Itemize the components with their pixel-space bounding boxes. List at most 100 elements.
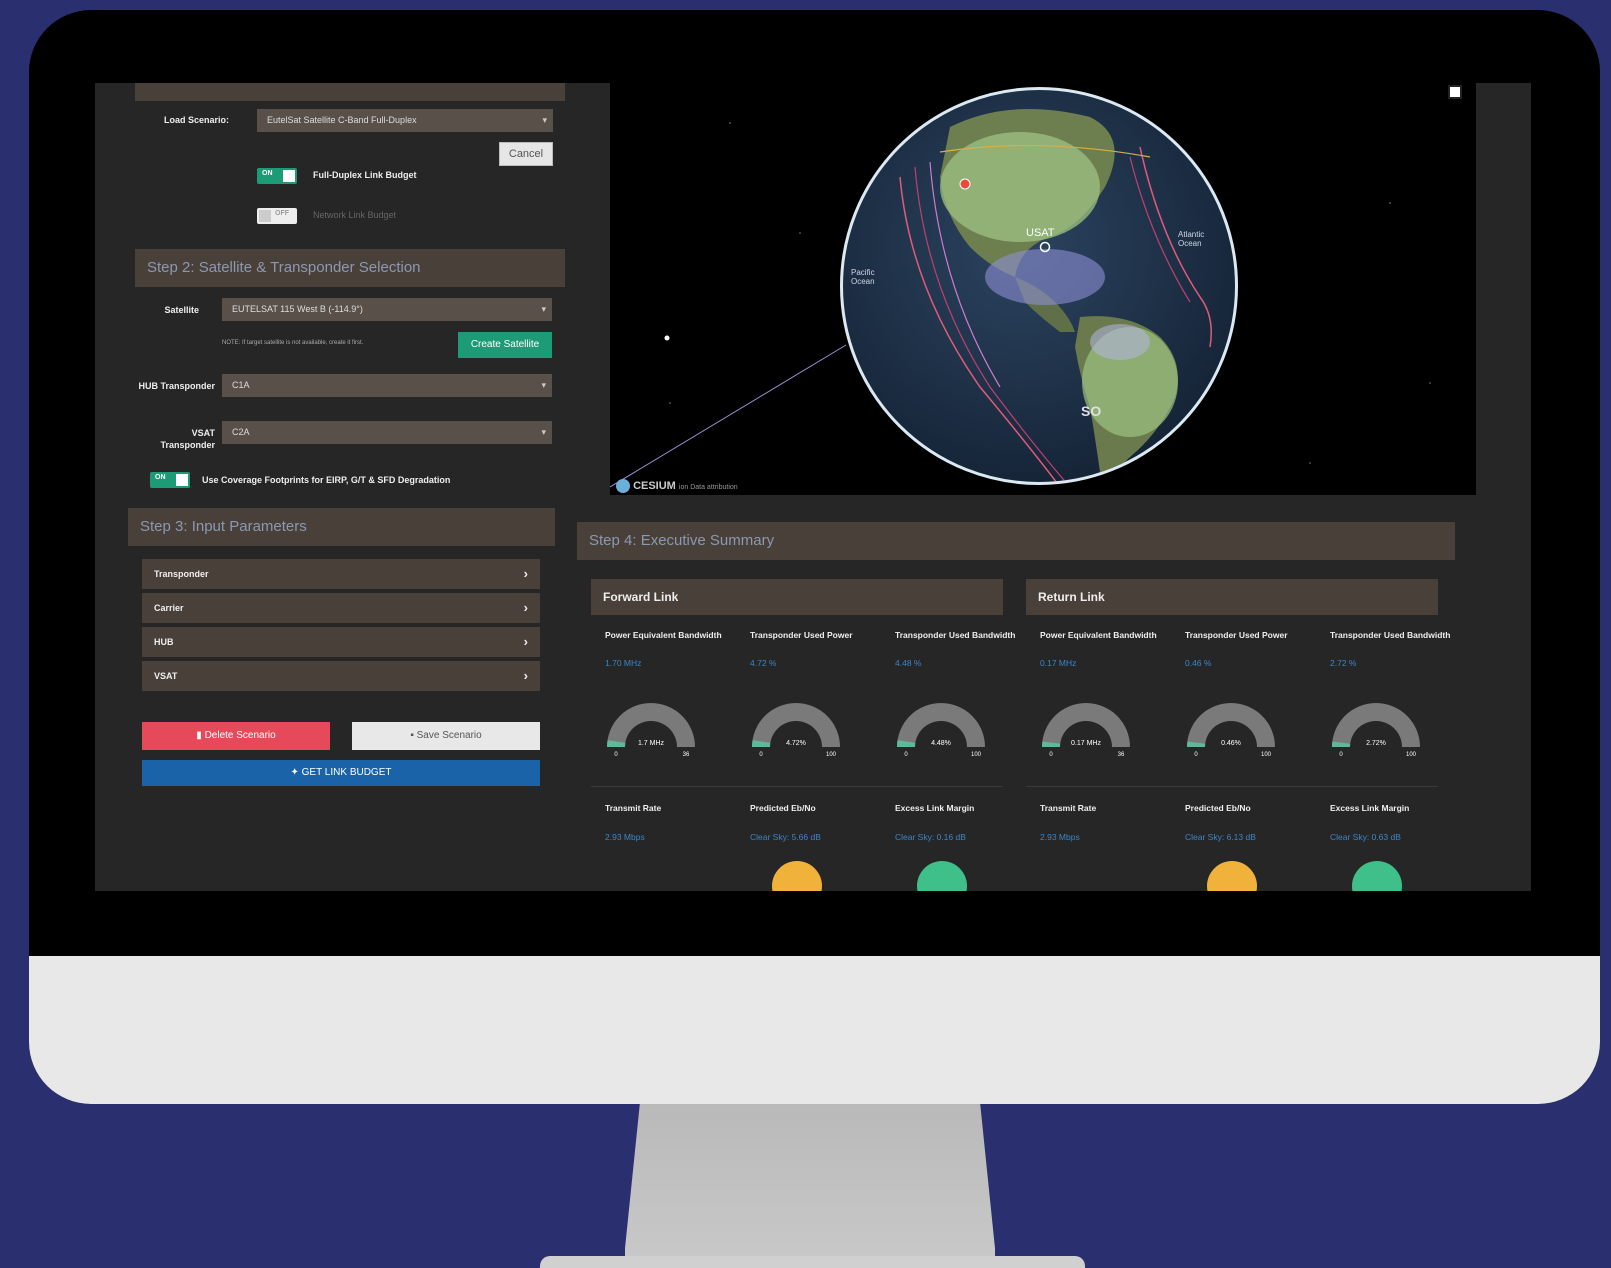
- accordion-hub[interactable]: HUB ›: [142, 627, 540, 657]
- accordion-label: HUB: [154, 637, 174, 647]
- return-link-header: Return Link: [1026, 579, 1438, 615]
- south-america-label: SO: [1081, 403, 1102, 419]
- hub-transponder-select[interactable]: C1A ▾: [222, 374, 552, 397]
- ocean-label-atlantic: Atlantic Ocean: [1178, 230, 1205, 248]
- gauge: 4.72% 0 100: [746, 693, 846, 759]
- gauge-max-label: 36: [1118, 752, 1125, 758]
- gauge-max-label: 36: [683, 752, 690, 758]
- gauge-value-label: 4.72%: [786, 740, 806, 747]
- get-link-budget-label: GET LINK BUDGET: [301, 767, 392, 778]
- cesium-icon: [616, 479, 630, 493]
- return-excess-margin: Excess Link Margin Clear Sky: 0.63 dB: [1330, 803, 1460, 842]
- cancel-button[interactable]: Cancel: [499, 142, 553, 166]
- earth-globe[interactable]: USAT Atlantic Ocean Pacific Ocean SO: [840, 87, 1238, 485]
- gauge-min-label: 0: [1194, 752, 1198, 758]
- metric-value: 2.72 %: [1330, 658, 1357, 668]
- hub-transponder-value: C1A: [232, 380, 250, 390]
- margin-gauge-partial: [917, 861, 967, 891]
- step4-header: Step 4: Executive Summary: [577, 522, 1455, 560]
- full-duplex-toggle[interactable]: ON: [257, 168, 297, 184]
- monitor-stand-base: [540, 1256, 1085, 1268]
- gauge-value-label: 4.48%: [931, 740, 951, 747]
- vsat-transponder-label: VSAT Transponder: [160, 428, 215, 450]
- metric-value: Clear Sky: 5.66 dB: [750, 832, 821, 842]
- data-attribution-link[interactable]: ion Data attribution: [679, 484, 738, 491]
- get-link-budget-button[interactable]: ✦ GET LINK BUDGET: [142, 760, 540, 786]
- metric-title: Transponder Used Power: [1185, 630, 1288, 640]
- gauge-svg: 1.7 MHz 0 36: [607, 703, 695, 758]
- gauge: 1.7 MHz 0 36: [601, 693, 701, 759]
- forward-excess-margin: Excess Link Margin Clear Sky: 0.16 dB: [895, 803, 1025, 842]
- gauge-max-label: 100: [1406, 752, 1417, 758]
- return-transmit-rate: Transmit Rate 2.93 Mbps: [1040, 803, 1170, 842]
- step3-header: Step 3: Input Parameters: [128, 508, 555, 546]
- gauge-svg: 0.17 MHz 0 36: [1042, 703, 1130, 758]
- metric-value: Clear Sky: 6.13 dB: [1185, 832, 1256, 842]
- gauge-value-label: 2.72%: [1366, 740, 1386, 747]
- metric-title: Excess Link Margin: [895, 803, 975, 813]
- metric-value: 4.48 %: [895, 658, 922, 668]
- network-label: Network Link Budget: [313, 210, 397, 220]
- gauge-min-label: 0: [1049, 752, 1053, 758]
- toggle-off-text: OFF: [275, 210, 289, 217]
- delete-scenario-label: Delete Scenario: [204, 730, 276, 741]
- accordion-label: Transponder: [154, 569, 209, 579]
- gauge-min-label: 0: [614, 752, 618, 758]
- satellite-icon: ✦: [290, 767, 302, 778]
- satellite-label: Satellite: [164, 305, 199, 315]
- trash-icon: ▮: [196, 730, 205, 741]
- chevron-down-icon: ▾: [541, 304, 546, 314]
- ebno-gauge-partial: [772, 861, 822, 891]
- metric-title: Excess Link Margin: [1330, 803, 1410, 813]
- margin-gauge-partial: [1352, 861, 1402, 891]
- forward-predicted-ebno: Predicted Eb/No Clear Sky: 5.66 dB: [750, 803, 880, 842]
- metric-title: Power Equivalent Bandwidth: [1040, 630, 1157, 640]
- gauge: 0.46% 0 100: [1181, 693, 1281, 759]
- metric-title: Transmit Rate: [605, 803, 662, 813]
- gauge: 0.17 MHz 0 36: [1036, 693, 1136, 759]
- delete-scenario-button[interactable]: ▮ Delete Scenario: [142, 722, 330, 750]
- vsat-transponder-select[interactable]: C2A ▾: [222, 421, 552, 444]
- usat-label: USAT: [1026, 227, 1055, 239]
- toggle-knob: [283, 170, 295, 182]
- forward-metric-bandwidth: Transponder Used Bandwidth 4.48 %: [895, 630, 1025, 668]
- full-duplex-label: Full-Duplex Link Budget: [313, 170, 417, 180]
- gauge-value-label: 0.46%: [1221, 740, 1241, 747]
- map-viewer[interactable]: USAT Atlantic Ocean Pacific Ocean SO CES…: [610, 83, 1476, 495]
- chevron-right-icon: ›: [523, 600, 528, 615]
- return-predicted-ebno: Predicted Eb/No Clear Sky: 6.13 dB: [1185, 803, 1315, 842]
- toggle-knob: [259, 210, 271, 222]
- metric-title: Transponder Used Bandwidth: [1330, 630, 1451, 640]
- accordion-label: VSAT: [154, 671, 178, 681]
- load-scenario-value: EutelSat Satellite C-Band Full-Duplex: [267, 115, 417, 125]
- fullscreen-icon[interactable]: [1448, 85, 1462, 99]
- gauge-min-label: 0: [904, 752, 908, 758]
- return-metric-power: Transponder Used Power 0.46 %: [1185, 630, 1315, 668]
- load-scenario-select[interactable]: EutelSat Satellite C-Band Full-Duplex ▾: [257, 109, 553, 132]
- metric-value: Clear Sky: 0.63 dB: [1330, 832, 1401, 842]
- gauge-min-label: 0: [1339, 752, 1343, 758]
- gauge-max-label: 100: [826, 752, 837, 758]
- accordion-transponder[interactable]: Transponder ›: [142, 559, 540, 589]
- forward-metric-power: Transponder Used Power 4.72 %: [750, 630, 880, 668]
- app-screen: Load Scenario: EutelSat Satellite C-Band…: [95, 83, 1531, 891]
- load-scenario-label: Load Scenario:: [163, 115, 229, 125]
- gauge-svg: 4.72% 0 100: [752, 703, 840, 758]
- save-scenario-button[interactable]: ▪ Save Scenario: [352, 722, 540, 750]
- step1-header: [135, 83, 565, 101]
- gauge-max-label: 100: [1261, 752, 1272, 758]
- accordion-carrier[interactable]: Carrier ›: [142, 593, 540, 623]
- accordion-vsat[interactable]: VSAT ›: [142, 661, 540, 691]
- left-panel: Load Scenario: EutelSat Satellite C-Band…: [95, 83, 575, 891]
- network-toggle[interactable]: OFF: [257, 208, 297, 224]
- coverage-toggle[interactable]: ON: [150, 472, 190, 488]
- chevron-right-icon: ›: [523, 668, 528, 683]
- monitor-stand: [625, 1104, 995, 1268]
- satellite-select[interactable]: EUTELSAT 115 West B (-114.9°) ▾: [222, 298, 552, 321]
- toggle-knob: [176, 474, 188, 486]
- divider: [1026, 786, 1438, 787]
- chevron-down-icon: ▾: [541, 380, 546, 390]
- create-satellite-button[interactable]: Create Satellite: [458, 332, 552, 358]
- cesium-logo-text: CESIUM: [633, 479, 676, 492]
- gauge-svg: 2.72% 0 100: [1332, 703, 1420, 758]
